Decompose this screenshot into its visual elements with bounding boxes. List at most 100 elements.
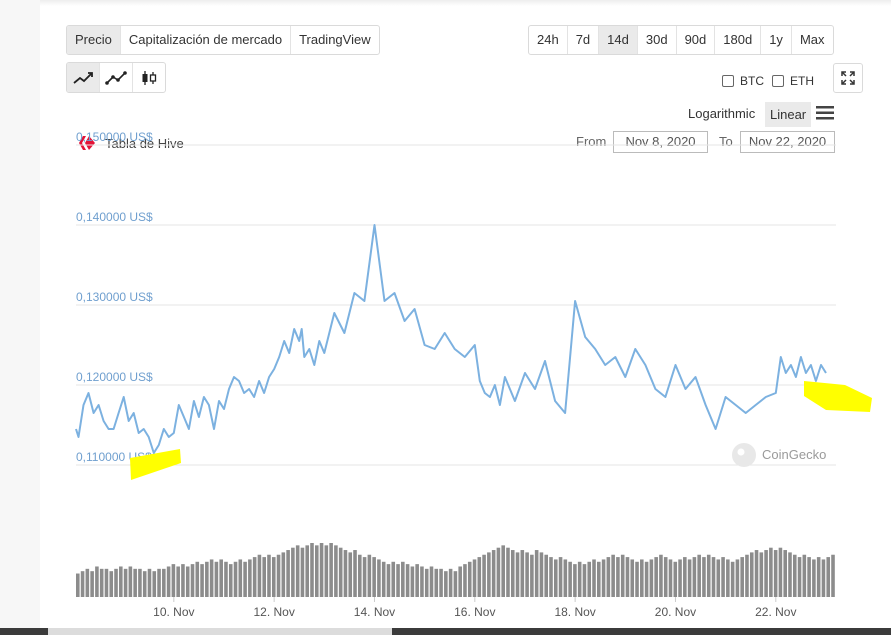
volume-bar xyxy=(248,559,252,597)
volume-bar xyxy=(424,568,429,597)
volume-bar xyxy=(205,561,209,597)
volume-bar xyxy=(305,545,310,597)
volume-bar xyxy=(310,543,314,597)
volume-bar xyxy=(654,557,658,597)
volume-bar xyxy=(616,557,620,597)
y-tick-label: 0,150000 US$ xyxy=(76,130,153,144)
volume-bar xyxy=(831,554,835,597)
volume-bar xyxy=(501,545,505,597)
volume-bar xyxy=(491,550,496,597)
volume-bar xyxy=(740,557,744,597)
volume-bar xyxy=(142,571,147,597)
volume-bar xyxy=(276,554,281,597)
volume-bar xyxy=(243,561,247,597)
volume-bar xyxy=(109,571,114,597)
volume-bar xyxy=(123,568,128,597)
price-chart: 0,150000 US$ 0,140000 US$ 0,130000 US$ 0,12… xyxy=(75,130,872,619)
volume-bar xyxy=(749,552,754,597)
volume-bar xyxy=(683,557,687,597)
volume-bar xyxy=(195,561,200,597)
volume-bar xyxy=(162,568,166,597)
coingecko-eye xyxy=(737,448,745,456)
volume-bar xyxy=(233,561,238,597)
volume-bar xyxy=(587,561,592,597)
volume-bar xyxy=(200,564,204,597)
volume-bar xyxy=(448,568,453,597)
volume-bar xyxy=(319,543,324,597)
x-tick-label: 16. Nov xyxy=(454,605,495,619)
grid-lines xyxy=(76,144,836,466)
volume-bar xyxy=(625,557,630,597)
volume-bar xyxy=(444,571,448,597)
volume-bar xyxy=(252,557,257,597)
volume-bar xyxy=(821,559,826,597)
volume-bar xyxy=(338,547,343,597)
volume-bar xyxy=(640,559,644,597)
volume-bar xyxy=(439,568,443,597)
volume-bar xyxy=(209,559,214,597)
volume-bar xyxy=(181,564,185,597)
volume-bar xyxy=(95,566,99,597)
volume-bar xyxy=(773,550,778,597)
volume-bar xyxy=(482,554,486,597)
volume-bar xyxy=(754,550,759,597)
volume-bar xyxy=(281,552,286,597)
volume-bar xyxy=(697,554,701,597)
x-tick-label: 20. Nov xyxy=(655,605,696,619)
volume-bar xyxy=(611,554,615,597)
volume-bar xyxy=(90,571,94,597)
volume-bar xyxy=(788,552,792,597)
volume-bar xyxy=(238,559,243,597)
volume-bar xyxy=(128,566,133,597)
volume-bar xyxy=(592,559,596,597)
volume-bar xyxy=(812,559,816,597)
volume-bar xyxy=(530,554,534,597)
volume-bar xyxy=(214,561,219,597)
volume-bar xyxy=(334,545,338,597)
volume-bar xyxy=(76,573,80,597)
volume-bar xyxy=(620,554,625,597)
volume-bar xyxy=(391,561,396,597)
volume-bar xyxy=(271,557,276,597)
volume-bar xyxy=(396,564,400,597)
volume-bar xyxy=(358,554,362,597)
volume-bar xyxy=(267,554,271,597)
volume-bar xyxy=(663,557,668,597)
volume-bar xyxy=(673,561,678,597)
volume-bar xyxy=(716,559,721,597)
volume-bar xyxy=(300,547,305,597)
volume-bar xyxy=(314,545,319,597)
volume-bar xyxy=(730,561,735,597)
coingecko-watermark: CoinGecko xyxy=(732,443,826,467)
volume-bar xyxy=(377,559,381,597)
volume-bar xyxy=(85,568,90,597)
highlight-end xyxy=(804,381,872,412)
volume-bar xyxy=(577,561,582,597)
volume-bar xyxy=(764,550,768,597)
volume-bar xyxy=(816,557,821,597)
volume-bar xyxy=(114,568,118,597)
volume-bar xyxy=(807,557,811,597)
y-axis-labels: 0,150000 US$ 0,140000 US$ 0,130000 US$ 0,12… xyxy=(76,130,153,464)
volume-bar xyxy=(429,566,434,597)
volume-bar xyxy=(434,568,439,597)
volume-bar xyxy=(769,547,773,597)
volume-bar xyxy=(506,547,510,597)
volume-bar xyxy=(224,561,228,597)
volume-bar xyxy=(568,561,572,597)
volume-bar xyxy=(463,564,467,597)
volume-bar xyxy=(410,566,415,597)
x-tick-label: 14. Nov xyxy=(354,605,395,619)
volume-bar xyxy=(802,554,807,597)
volume-bar xyxy=(152,571,157,597)
volume-bar xyxy=(759,552,764,597)
volume-bar xyxy=(726,559,730,597)
volume-bar xyxy=(549,557,553,597)
volume-bar xyxy=(119,566,123,597)
volume-bar xyxy=(778,547,783,597)
volume-bar xyxy=(644,561,649,597)
volume-bar xyxy=(133,568,137,597)
volume-bar xyxy=(558,557,563,597)
volume-bar xyxy=(219,559,223,597)
volume-bar xyxy=(539,552,544,597)
